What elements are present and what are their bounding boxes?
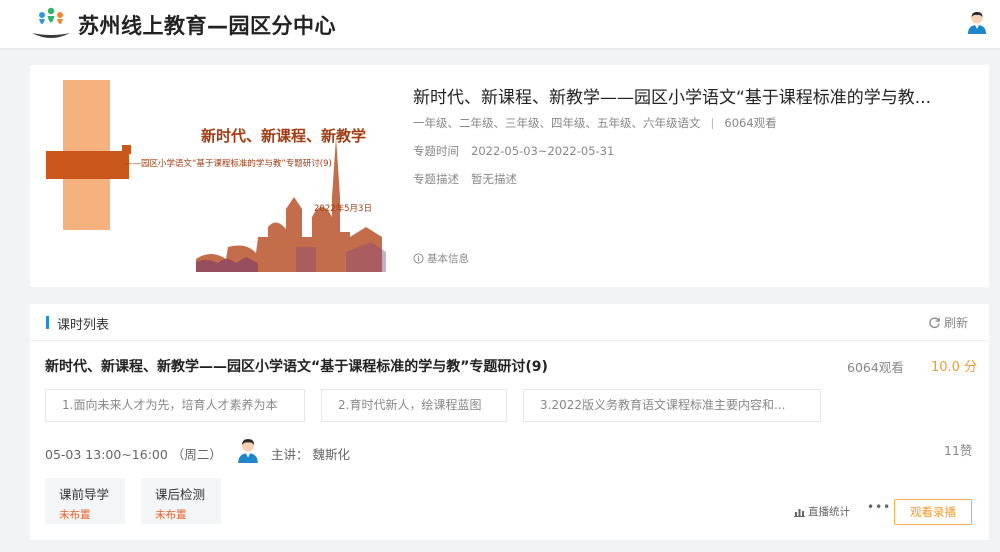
- banner-graphic: [46, 80, 386, 272]
- site-title: 苏州线上教育—园区分中心: [78, 14, 336, 38]
- task-name: 课后检测: [155, 487, 206, 502]
- section-marker: [46, 316, 49, 329]
- refresh-button[interactable]: 刷新: [928, 314, 968, 331]
- topic-time: 专题时间 2022-05-03~2022-05-31: [413, 143, 614, 159]
- task-name: 课前导学: [59, 487, 110, 502]
- banner-title: 新时代、新课程、新教学: [201, 127, 367, 145]
- topic-card: 新时代、新课程、新教学 ——园区小学语文“基于课程标准的学与教”专题研讨(9) …: [30, 65, 989, 287]
- topic-description: 专题描述 暂无描述: [413, 171, 517, 187]
- refresh-label: 刷新: [944, 316, 969, 330]
- watch-replay-button[interactable]: 观看录播: [894, 499, 972, 525]
- more-options-icon[interactable]: •••: [867, 500, 891, 514]
- likes-count: 11赞: [944, 443, 973, 458]
- basic-info-link[interactable]: 基本信息: [413, 251, 469, 266]
- topic-grades: 一年级、二年级、三年级、四年级、五年级、六年级语文: [413, 116, 701, 130]
- bar-chart-icon: [794, 508, 805, 517]
- lesson-list-title: 课时列表: [57, 318, 110, 333]
- teacher-avatar-icon: [238, 439, 258, 463]
- banner-date: 2022年5月3日: [314, 204, 372, 214]
- topic-time-value: 2022-05-03~2022-05-31: [471, 144, 615, 158]
- refresh-icon: [929, 317, 940, 329]
- banner-subtitle: ——园区小学语文“基于课程标准的学与教”专题研讨(9): [124, 159, 332, 169]
- chapter-item[interactable]: 1.面向未来人才为先，培育人才素养为本: [45, 389, 305, 422]
- chapter-item[interactable]: 3.2022版义务教育语文课程标准主要内容和...: [523, 389, 821, 422]
- topic-time-label: 专题时间: [413, 144, 459, 158]
- live-stats-label: 直播统计: [808, 506, 850, 518]
- meta-separator: |: [710, 116, 715, 130]
- logo-icon: [32, 7, 70, 38]
- basic-info-label: 基本信息: [427, 253, 469, 265]
- topic-meta: 一年级、二年级、三年级、四年级、五年级、六年级语文 | 6064观看: [413, 115, 777, 131]
- lesson-list-header: 课时列表 刷新: [30, 304, 989, 341]
- task-status: 未布置: [155, 509, 187, 521]
- topic-banner: 新时代、新课程、新教学 ——园区小学语文“基于课程标准的学与教”专题研讨(9) …: [46, 77, 386, 273]
- pre-class-task[interactable]: 课前导学 未布置: [45, 478, 125, 524]
- topic-title: 新时代、新课程、新教学——园区小学语文“基于课程标准的学与教...: [413, 88, 932, 108]
- live-stats-button[interactable]: 直播统计: [794, 504, 850, 519]
- topic-desc-label: 专题描述: [413, 172, 459, 186]
- chapter-item[interactable]: 2.育时代新人，绘课程蓝图: [321, 389, 507, 422]
- lesson-list-card: 课时列表 刷新 新时代、新课程、新教学——园区小学语文“基于课程标准的学与教”专…: [30, 304, 989, 540]
- task-status: 未布置: [59, 509, 91, 521]
- topic-desc-value: 暂无描述: [471, 172, 517, 186]
- lesson-time: 05-03 13:00~16:00 （周二）: [45, 447, 222, 462]
- lesson-score: 10.0 分: [931, 360, 978, 375]
- topic-views: 6064观看: [724, 116, 777, 130]
- teacher-name: 主讲： 魏斯化: [271, 447, 350, 462]
- lesson-title[interactable]: 新时代、新课程、新教学——园区小学语文“基于课程标准的学与教”专题研讨(9): [45, 356, 548, 376]
- user-avatar-icon[interactable]: [966, 10, 988, 34]
- top-header: 苏州线上教育—园区分中心: [0, 0, 1000, 48]
- info-icon: [413, 253, 424, 264]
- post-class-task[interactable]: 课后检测 未布置: [141, 478, 221, 524]
- lesson-views: 6064观看: [847, 360, 904, 375]
